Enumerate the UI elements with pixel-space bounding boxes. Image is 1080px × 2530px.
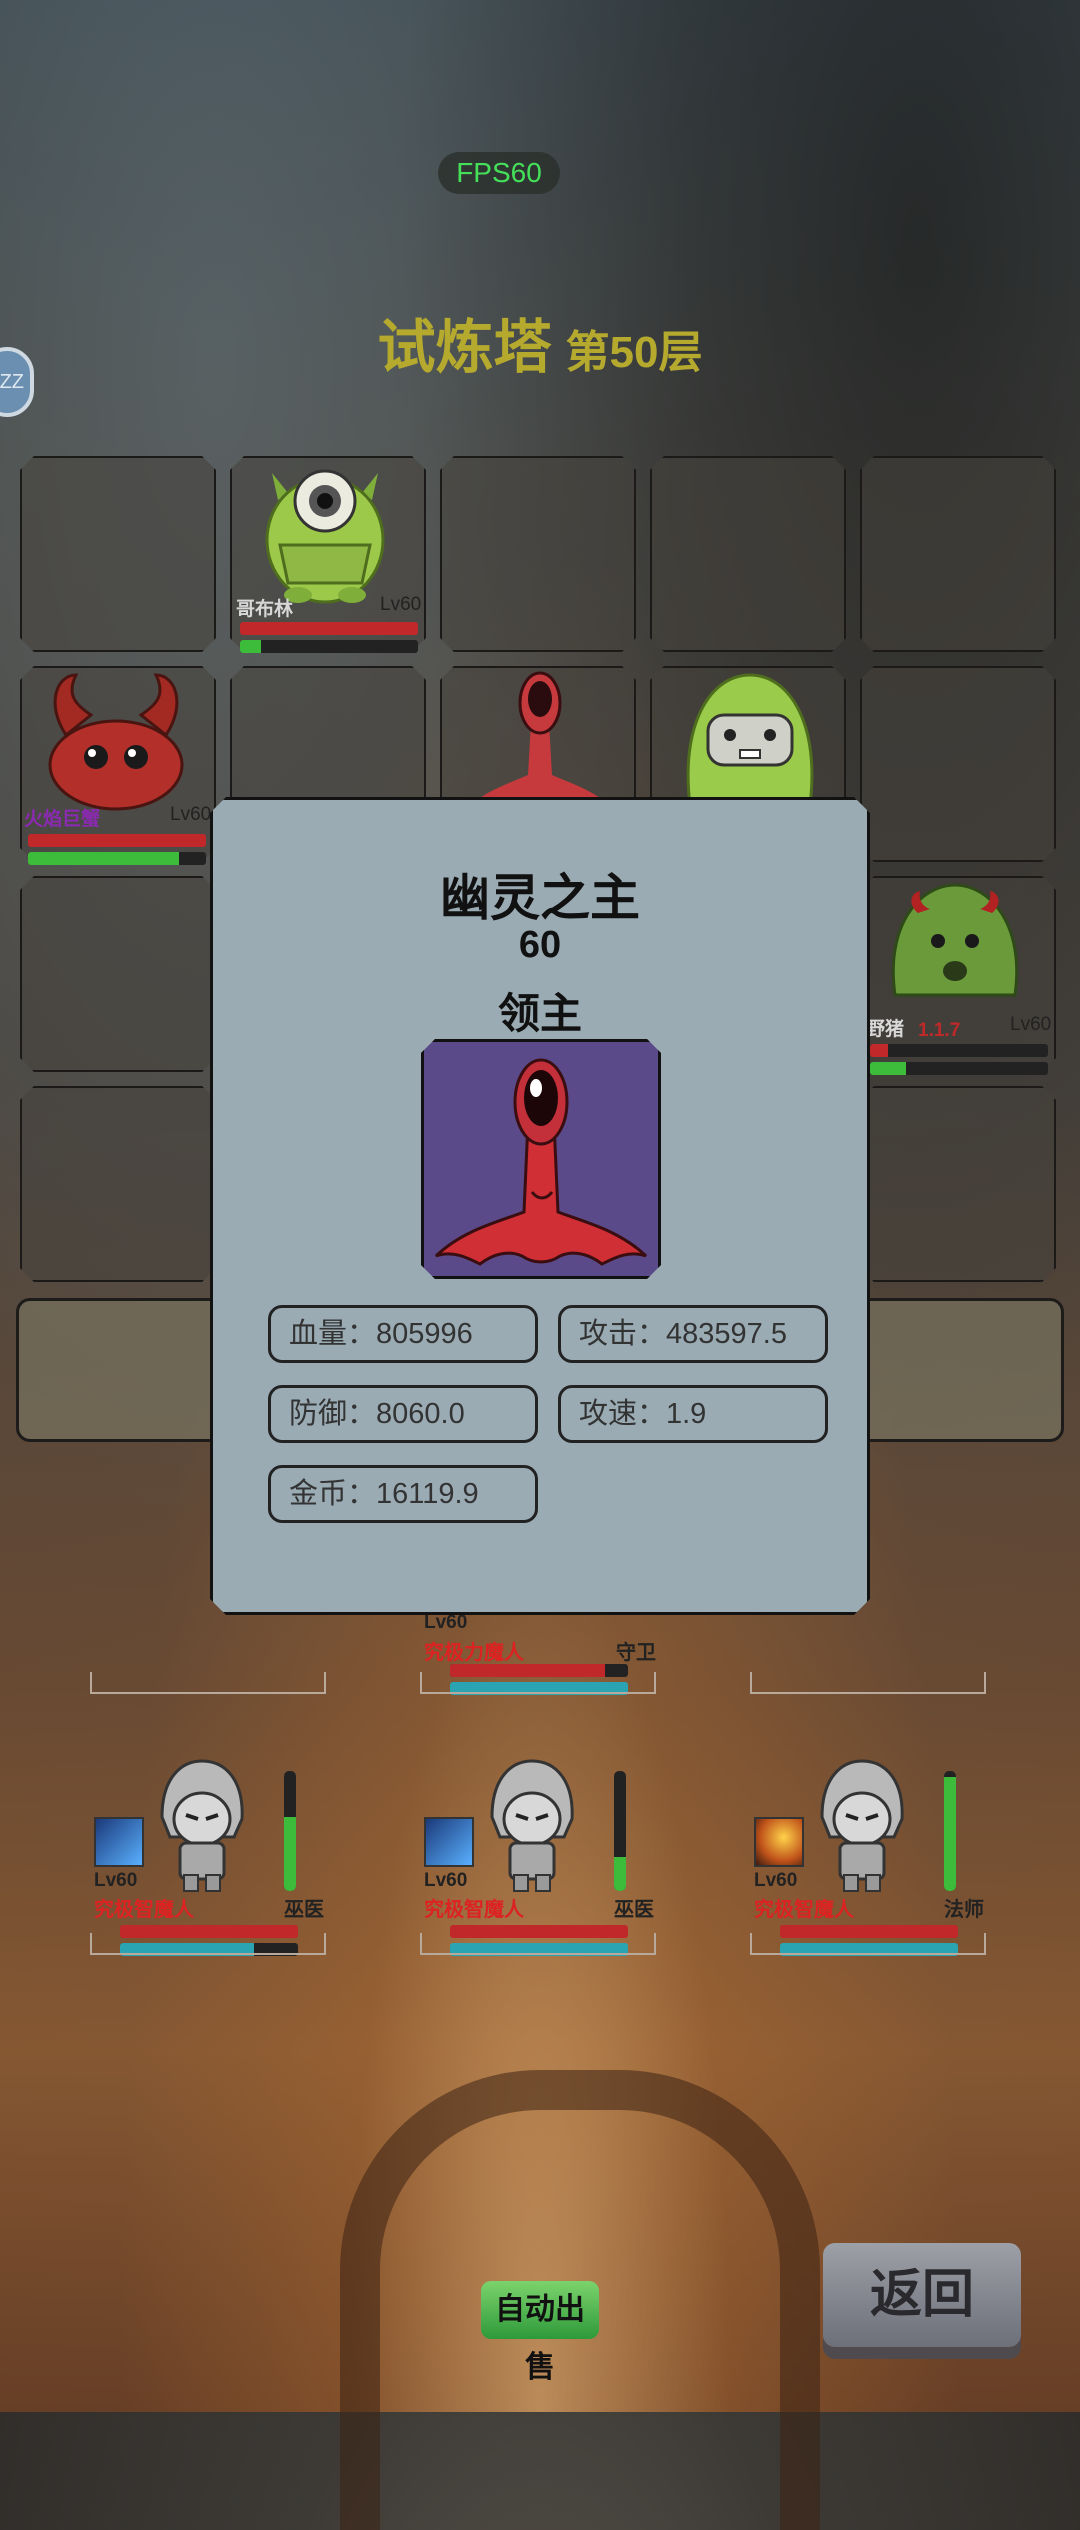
fire-meteor-icon — [754, 1817, 804, 1867]
hero-role: 守卫 — [616, 1642, 656, 1664]
monster-portrait — [421, 1039, 661, 1279]
monster-info-dialog[interactable]: 幽灵之主 60 领主 血量：805996 攻击：483597.5 防御：8060… — [210, 797, 870, 1615]
slime-monster — [686, 673, 814, 805]
grid-cell[interactable] — [20, 456, 216, 652]
boar-monster — [891, 883, 1019, 997]
ice-comet-icon — [424, 1817, 474, 1867]
monster-name: 哥布林 — [236, 599, 294, 620]
hero-energy-bar — [284, 1771, 296, 1891]
hero-name: 究极智魔人 — [754, 1899, 854, 1921]
hp-bar — [28, 834, 206, 847]
monster-name: 火焰巨蟹 — [24, 809, 101, 830]
monster-name: 幽灵之主 — [440, 870, 640, 926]
grid-cell[interactable] — [860, 1086, 1056, 1282]
ghost-lord-monster — [470, 671, 610, 805]
goblin-monster — [265, 469, 385, 604]
hero-name: 究极智魔人 — [424, 1899, 524, 1921]
ghost-lord-icon — [424, 1042, 658, 1276]
hero-slot-3[interactable]: Lv60 究极智魔人 法师 — [750, 1755, 990, 1956]
hero-name: 究极力魔人 — [424, 1642, 524, 1664]
hero-role: 法师 — [944, 1899, 984, 1921]
grid-cell[interactable] — [860, 666, 1056, 862]
monster-name: 野猪 — [866, 1019, 905, 1040]
grid-cell[interactable] — [440, 456, 636, 652]
stat-attack-speed: 攻速：1.9 — [558, 1385, 828, 1443]
hero-level: Lv60 — [754, 1870, 798, 1891]
grid-cell[interactable] — [860, 456, 1056, 652]
grid-cell[interactable] — [20, 1086, 216, 1282]
monster-level: 60 — [518, 924, 562, 966]
back-button[interactable]: 返回 — [823, 2243, 1021, 2347]
floor-label: 第50层 — [565, 328, 703, 377]
monster-level: Lv60 — [1010, 1014, 1052, 1035]
monster-level: Lv60 — [170, 804, 212, 825]
page-title: 试炼塔 第50层 — [0, 300, 1080, 384]
hero-slot-frame — [90, 1933, 326, 1955]
auto-sell-button[interactable]: 自动出售 — [481, 2281, 599, 2384]
stat-hp: 血量：805996 — [268, 1305, 538, 1363]
hp-bar — [870, 1044, 1048, 1057]
hero-name: 究极智魔人 — [94, 1899, 194, 1921]
hero-level: Lv60 — [424, 1612, 468, 1633]
tower-name: 试炼塔 — [377, 315, 552, 380]
hero-knight-avatar — [160, 1759, 244, 1892]
hero-slot-2[interactable]: Lv60 究极智魔人 巫医 — [420, 1755, 660, 1956]
hero-slot-frame — [420, 1933, 656, 1955]
stat-gold: 金币：16119.9 — [268, 1465, 538, 1523]
hero-slot-1[interactable]: Lv60 究极智魔人 巫医 — [90, 1755, 330, 1956]
stat-defense: 防御：8060.0 — [268, 1385, 538, 1443]
hero-slot-empty[interactable] — [750, 1672, 986, 1694]
hero-slot-frame[interactable] — [420, 1672, 656, 1694]
hero-slot-frame — [750, 1933, 986, 1955]
hero-knight-avatar — [820, 1759, 904, 1892]
fire-crab-monster — [48, 673, 184, 811]
energy-bar — [28, 852, 206, 865]
energy-bar — [240, 640, 418, 653]
ice-comet-icon — [94, 1817, 144, 1867]
damage-text: 1.1.7 — [918, 1020, 961, 1041]
grid-cell[interactable] — [650, 456, 846, 652]
hp-bar — [240, 622, 418, 635]
hero-level: Lv60 — [94, 1870, 138, 1891]
monster-rank: 领主 — [497, 990, 582, 1037]
hero-slot-empty[interactable] — [90, 1672, 326, 1694]
energy-bar — [870, 1062, 1048, 1075]
hero-level: Lv60 — [424, 1870, 468, 1891]
hero-energy-bar — [944, 1771, 956, 1891]
stat-attack: 攻击：483597.5 — [558, 1305, 828, 1363]
grid-cell[interactable] — [20, 876, 216, 1072]
fps-counter: FPS60 — [438, 152, 560, 194]
monster-level: Lv60 — [380, 594, 422, 615]
hero-role: 巫医 — [614, 1899, 654, 1921]
hero-role: 巫医 — [284, 1899, 324, 1921]
hero-energy-bar — [614, 1771, 626, 1891]
hero-knight-avatar — [490, 1759, 574, 1892]
